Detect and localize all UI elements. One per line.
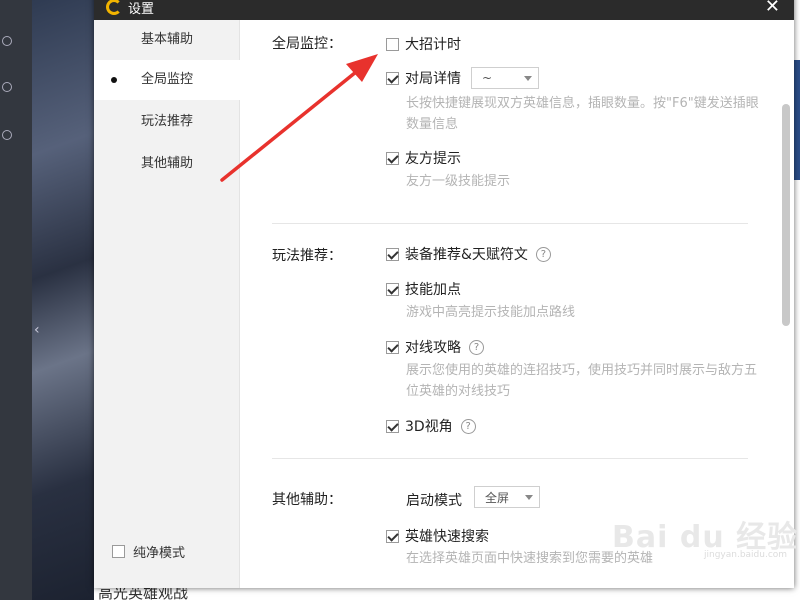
equipment-label: 装备推荐&天赋符文 [405, 247, 528, 263]
dialog-title: 设置 [128, 2, 155, 17]
big-timer-checkbox[interactable] [386, 37, 399, 51]
match-detail-desc: 长按快捷键展现双方英雄信息，插眼数量。按"F6"键发送插眼数量信息 [406, 96, 759, 132]
lane-strategy-checkbox[interactable] [386, 340, 399, 354]
launch-mode-select[interactable]: 全屏 [474, 486, 540, 508]
option-match-detail[interactable]: 对局详情 ~ [386, 67, 539, 89]
sidebar-item-label: 基本辅助 [141, 32, 194, 47]
upload-icon [2, 130, 12, 140]
launch-mode-label: 启动模式 [406, 493, 462, 509]
option-ally-tips[interactable]: 友方提示 [386, 148, 461, 168]
ally-tips-desc: 友方一级技能提示 [406, 174, 511, 189]
match-detail-label: 对局详情 [405, 71, 461, 87]
view-3d-checkbox[interactable] [386, 419, 399, 433]
watermark: Bai du 经验 jingyan.baidu.com [612, 512, 798, 560]
chevron-left-icon[interactable]: ‹ [34, 322, 40, 338]
scrollbar-thumb[interactable] [782, 104, 790, 326]
skill-points-label: 技能加点 [405, 282, 461, 298]
sidebar-item-other[interactable]: 其他辅助 [94, 144, 240, 184]
option-hero-search[interactable]: 英雄快速搜索 [386, 526, 489, 546]
settings-content: 全局监控： 大招计时 对局详情 ~ 长按快捷键展现双方英雄信息，插眼数量。按"F… [240, 20, 780, 588]
lane-strategy-label: 对线攻略 [405, 340, 461, 356]
option-view-3d[interactable]: 3D视角 ? [386, 416, 476, 436]
equipment-checkbox[interactable] [386, 247, 399, 261]
lane-strategy-desc: 展示您使用的英雄的连招技巧，使用技巧并同时展示与敌方五位英雄的对线技巧 [406, 363, 758, 399]
sidebar-item-label: 其他辅助 [141, 156, 194, 171]
hero-search-checkbox[interactable] [386, 529, 399, 543]
ally-tips-label: 友方提示 [405, 151, 461, 167]
hero-search-label: 英雄快速搜索 [405, 529, 489, 545]
match-detail-checkbox[interactable] [386, 71, 399, 85]
option-skill-points[interactable]: 技能加点 [386, 279, 461, 299]
section-label-global-monitor: 全局监控： [272, 36, 342, 52]
section-divider [272, 223, 748, 224]
pure-mode-checkbox[interactable] [112, 545, 125, 558]
pure-mode-toggle[interactable]: 纯净模式 [112, 542, 185, 561]
background-right-strip [794, 0, 800, 600]
view-3d-label: 3D视角 [405, 419, 453, 435]
big-timer-label: 大招计时 [405, 37, 461, 53]
match-detail-select[interactable]: ~ [471, 67, 539, 89]
settings-dialog: 设置 ✕ 基本辅助 全局监控 玩法推荐 其他辅助 纯净模式 全局监控： 大招计时 [94, 0, 794, 588]
pure-mode-label: 纯净模式 [133, 546, 186, 561]
dialog-titlebar: 设置 ✕ [94, 0, 794, 20]
background-artwork: ‹ [32, 0, 94, 600]
help-icon[interactable]: ? [535, 246, 551, 262]
background-left-rail [0, 0, 32, 600]
active-dot-icon [111, 77, 117, 83]
ally-tips-checkbox[interactable] [386, 151, 399, 165]
option-lane-strategy[interactable]: 对线攻略 ? [386, 337, 484, 357]
launch-mode-select-value: 全屏 [485, 490, 510, 505]
chevron-down-icon [524, 75, 532, 81]
option-big-timer[interactable]: 大招计时 [386, 34, 461, 54]
sidebar-item-label: 全局监控 [141, 72, 194, 87]
watermark-sub: jingyan.baidu.com [704, 550, 788, 560]
upload-icon [2, 82, 12, 92]
sidebar-item-global-monitor[interactable]: 全局监控 [94, 60, 240, 100]
section-label-other: 其他辅助： [272, 492, 342, 508]
background-bottom-strip: 高光英雄观战 [94, 584, 794, 600]
skill-points-desc: 游戏中高亮提示技能加点路线 [406, 305, 576, 320]
chevron-down-icon [525, 494, 533, 500]
content-scrollbar[interactable] [782, 20, 790, 588]
sidebar-item-gameplay[interactable]: 玩法推荐 [94, 102, 240, 142]
section-divider [272, 458, 748, 459]
skill-points-checkbox[interactable] [386, 282, 399, 296]
match-detail-select-value: ~ [482, 71, 493, 85]
option-equipment[interactable]: 装备推荐&天赋符文 ? [386, 244, 551, 264]
section-label-gameplay: 玩法推荐： [272, 248, 342, 264]
help-icon[interactable]: ? [460, 418, 476, 434]
close-icon[interactable]: ✕ [765, 0, 780, 17]
settings-sidebar: 基本辅助 全局监控 玩法推荐 其他辅助 纯净模式 [94, 20, 240, 588]
help-icon[interactable]: ? [469, 339, 484, 355]
upload-icon [2, 36, 12, 46]
app-logo-icon [106, 0, 122, 15]
sidebar-item-basic[interactable]: 基本辅助 [94, 20, 240, 60]
sidebar-item-label: 玩法推荐 [141, 114, 194, 129]
